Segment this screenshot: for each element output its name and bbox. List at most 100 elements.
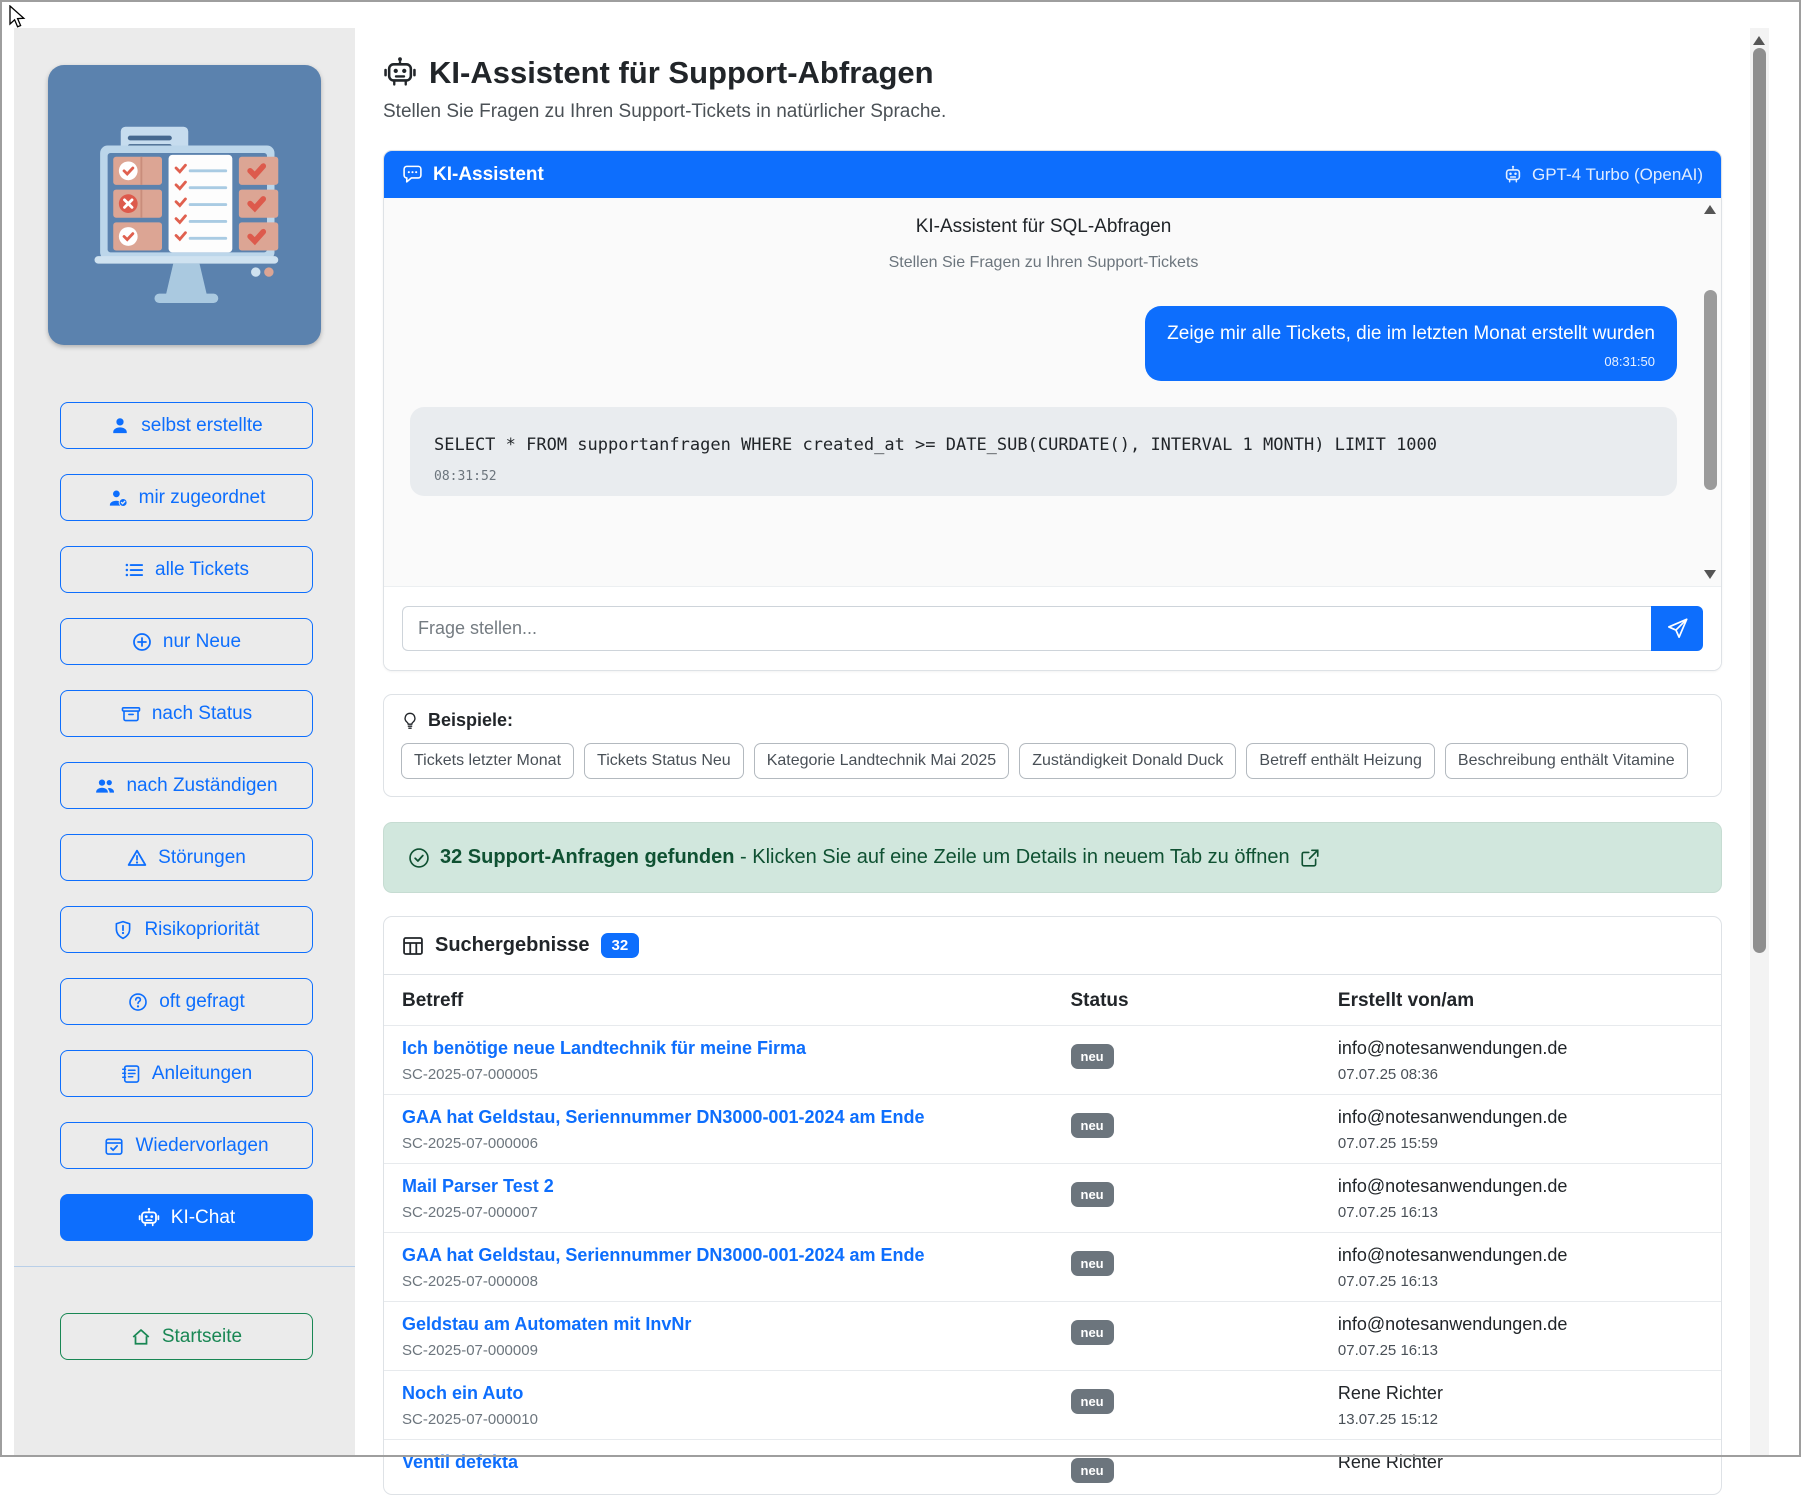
sidebar-item-ki-chat[interactable]: KI-Chat xyxy=(60,1194,313,1241)
mouse-cursor xyxy=(6,5,28,31)
example-chip[interactable]: Tickets Status Neu xyxy=(584,743,744,779)
robot-icon xyxy=(383,56,417,90)
ticket-link[interactable]: Noch ein Auto xyxy=(402,1383,1035,1404)
example-chip[interactable]: Zuständigkeit Donald Duck xyxy=(1019,743,1236,779)
sidebar-item-wiedervorlagen[interactable]: Wiedervorlagen xyxy=(60,1122,313,1169)
sidebar-item-label: Wiedervorlagen xyxy=(135,1135,268,1157)
created-by: Rene Richter xyxy=(1338,1452,1703,1473)
sidebar-item-mir-zugeordnet[interactable]: mir zugeordnet xyxy=(60,474,313,521)
sidebar-item-selbst-erstellte[interactable]: selbst erstellte xyxy=(60,402,313,449)
ticket-link[interactable]: Mail Parser Test 2 xyxy=(402,1176,1035,1197)
table-row[interactable]: Ventil defekta neu Rene Richter xyxy=(384,1440,1721,1495)
sidebar-item-label: nur Neue xyxy=(163,631,241,653)
table-row[interactable]: Mail Parser Test 2SC-2025-07-000007 neu … xyxy=(384,1164,1721,1233)
banner-count-text: 32 Support-Anfragen gefunden xyxy=(440,846,734,868)
question-input[interactable] xyxy=(402,606,1651,651)
results-panel: Suchergebnisse 32 Betreff Status Erstell… xyxy=(383,916,1722,1495)
created-at: 07.07.25 16:13 xyxy=(1338,1204,1703,1221)
ticket-link[interactable]: Geldstau am Automaten mit InvNr xyxy=(402,1314,1035,1335)
results-found-banner: 32 Support-Anfragen gefunden - Klicken S… xyxy=(383,822,1722,893)
example-chip[interactable]: Betreff enthält Heizung xyxy=(1246,743,1434,779)
chat-intro-subtitle: Stellen Sie Fragen zu Ihren Support-Tick… xyxy=(410,254,1677,272)
bot-message-time: 08:31:52 xyxy=(434,469,1653,484)
results-count-badge: 32 xyxy=(601,933,640,958)
sidebar-item-label: Risikopriorität xyxy=(144,919,259,941)
page-title: KI-Assistent für Support-Abfragen xyxy=(383,55,1722,91)
check-circle-icon xyxy=(408,847,430,869)
calendar-check-icon xyxy=(104,1136,124,1156)
table-row[interactable]: Noch ein AutoSC-2025-07-000010 neu Rene … xyxy=(384,1371,1721,1440)
send-button[interactable] xyxy=(1651,606,1703,651)
chat-dots-icon xyxy=(402,164,423,185)
status-badge: neu xyxy=(1071,1044,1114,1069)
chat-scrollbar-thumb[interactable] xyxy=(1704,290,1717,490)
plus-circle-icon xyxy=(132,632,152,652)
shield-exclamation-icon xyxy=(113,920,133,940)
status-badge: neu xyxy=(1071,1389,1114,1414)
created-by: info@notesanwendungen.de xyxy=(1338,1107,1703,1128)
sidebar-item-nach-status[interactable]: nach Status xyxy=(60,690,313,737)
page-scrollbar[interactable] xyxy=(1750,28,1769,1455)
ticket-id: SC-2025-07-000008 xyxy=(402,1273,1035,1290)
page-scrollbar-thumb[interactable] xyxy=(1753,48,1766,953)
sidebar-item-label: nach Status xyxy=(152,703,252,725)
table-row[interactable]: Ich benötige neue Landtechnik für meine … xyxy=(384,1026,1721,1095)
question-circle-icon xyxy=(128,992,148,1012)
sidebar-item-label: selbst erstellte xyxy=(141,415,262,437)
home-icon xyxy=(131,1327,151,1347)
sidebar-item-risikoprioritaet[interactable]: Risikopriorität xyxy=(60,906,313,953)
app-logo xyxy=(48,65,321,345)
page-subtitle: Stellen Sie Fragen zu Ihren Support-Tick… xyxy=(383,101,1722,123)
sidebar-item-startseite[interactable]: Startseite xyxy=(60,1313,313,1360)
sidebar-item-stoerungen[interactable]: Störungen xyxy=(60,834,313,881)
scroll-up-arrow-icon[interactable] xyxy=(1753,36,1765,45)
example-chips: Tickets letzter Monat Tickets Status Neu… xyxy=(401,743,1704,779)
ticket-link[interactable]: Ventil defekta xyxy=(402,1452,1035,1473)
scroll-down-arrow-icon[interactable] xyxy=(1704,570,1716,579)
ticket-link[interactable]: GAA hat Geldstau, Seriennummer DN3000-00… xyxy=(402,1245,1035,1266)
ticket-link[interactable]: GAA hat Geldstau, Seriennummer DN3000-00… xyxy=(402,1107,1035,1128)
chat-panel: KI-Assistent GPT-4 Turbo (OpenAI) KI-Ass… xyxy=(383,150,1722,671)
external-link-icon xyxy=(1300,848,1320,868)
table-row[interactable]: GAA hat Geldstau, Seriennummer DN3000-00… xyxy=(384,1233,1721,1302)
created-by: info@notesanwendungen.de xyxy=(1338,1176,1703,1197)
sidebar-item-label: nach Zuständigen xyxy=(126,775,277,797)
ticket-id: SC-2025-07-000010 xyxy=(402,1411,1035,1428)
status-badge: neu xyxy=(1071,1458,1114,1483)
ticket-link[interactable]: Ich benötige neue Landtechnik für meine … xyxy=(402,1038,1035,1059)
sidebar-divider xyxy=(14,1266,355,1267)
sidebar-item-label: KI-Chat xyxy=(171,1207,235,1229)
table-row[interactable]: Geldstau am Automaten mit InvNr SC-2025-0… xyxy=(384,1302,1721,1371)
list-icon xyxy=(124,560,144,580)
sidebar-item-nach-zustaendigen[interactable]: nach Zuständigen xyxy=(60,762,313,809)
sidebar-item-label: Startseite xyxy=(162,1326,242,1348)
example-chip[interactable]: Tickets letzter Monat xyxy=(401,743,574,779)
user-message-text: Zeige mir alle Tickets, die im letzten M… xyxy=(1167,323,1655,345)
created-by: info@notesanwendungen.de xyxy=(1338,1038,1703,1059)
created-at: 07.07.25 16:13 xyxy=(1338,1342,1703,1359)
column-header-erstellt: Erstellt von/am xyxy=(1320,975,1721,1026)
sql-query-text: SELECT * FROM supportanfragen WHERE crea… xyxy=(434,427,1653,463)
chat-intro-title: KI-Assistent für SQL-Abfragen xyxy=(410,216,1677,238)
chat-message-area: KI-Assistent für SQL-Abfragen Stellen Si… xyxy=(384,198,1721,586)
column-header-betreff: Betreff xyxy=(384,975,1053,1026)
sidebar-item-nur-neue[interactable]: nur Neue xyxy=(60,618,313,665)
sidebar-item-oft-gefragt[interactable]: oft gefragt xyxy=(60,978,313,1025)
sidebar-item-label: Anleitungen xyxy=(152,1063,252,1085)
created-by: info@notesanwendungen.de xyxy=(1338,1314,1703,1335)
sidebar-item-alle-tickets[interactable]: alle Tickets xyxy=(60,546,313,593)
ticket-id: SC-2025-07-000009 xyxy=(402,1342,1035,1359)
created-at: 13.07.25 15:12 xyxy=(1338,1411,1703,1428)
examples-label: Beispiele: xyxy=(401,710,1704,731)
results-title: Suchergebnisse xyxy=(435,934,590,957)
scroll-up-arrow-icon[interactable] xyxy=(1704,205,1716,214)
chat-scrollbar[interactable] xyxy=(1703,200,1718,584)
sidebar-item-label: alle Tickets xyxy=(155,559,249,581)
status-badge: neu xyxy=(1071,1251,1114,1276)
column-header-status: Status xyxy=(1053,975,1320,1026)
table-row[interactable]: GAA hat Geldstau, Seriennummer DN3000-00… xyxy=(384,1095,1721,1164)
example-chip[interactable]: Kategorie Landtechnik Mai 2025 xyxy=(754,743,1010,779)
sidebar-item-anleitungen[interactable]: Anleitungen xyxy=(60,1050,313,1097)
warning-triangle-icon xyxy=(127,848,147,868)
example-chip[interactable]: Beschreibung enthält Vitamine xyxy=(1445,743,1688,779)
